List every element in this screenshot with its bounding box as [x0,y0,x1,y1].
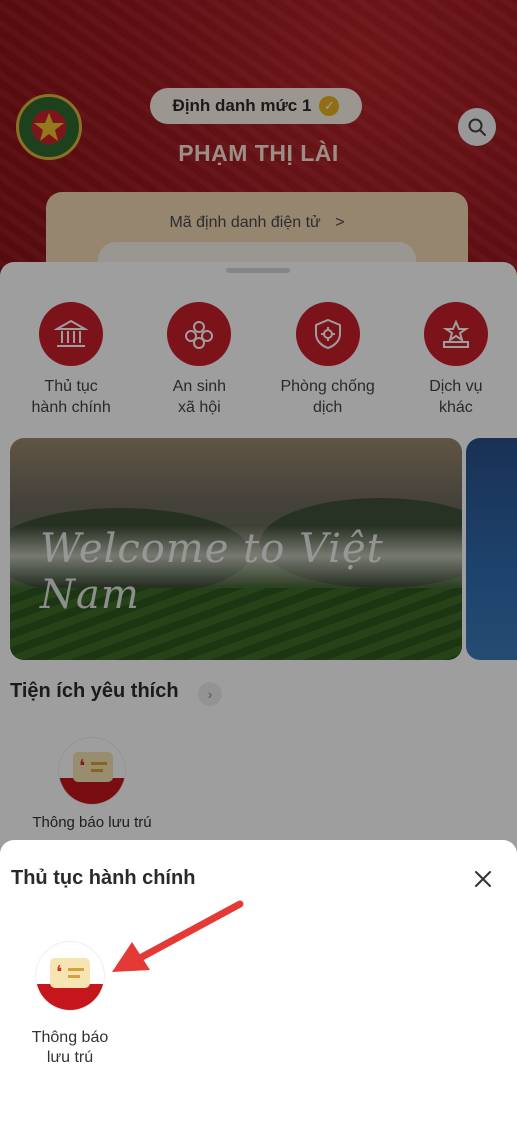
sheet-item-label: Thông báo lưu trú [32,1028,109,1068]
sheet-item-residence-notice[interactable]: ❛ Thông báo lưu trú [20,942,120,1068]
bottom-sheet: Thủ tục hành chính ❛ Thông báo lưu trú [0,840,517,1125]
sheet-item-label-line2: lưu trú [46,1049,94,1066]
residence-notice-icon: ❛ [36,942,104,1010]
sheet-item-label-line1: Thông báo [31,1029,109,1046]
sheet-title: Thủ tục hành chính [11,867,196,889]
close-icon [475,871,491,887]
close-button[interactable] [468,864,498,894]
